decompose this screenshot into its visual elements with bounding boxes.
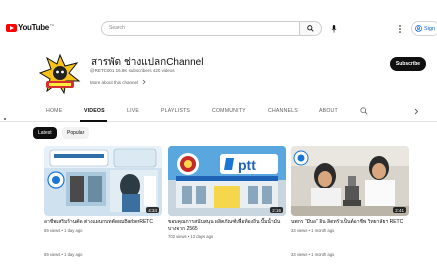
search-icon [307,25,314,32]
tab-playlists[interactable]: PLAYLISTS [161,108,190,114]
youtube-logo[interactable]: YouTube TH [6,23,54,32]
video-meta: 33 views • 1 month ago [291,227,335,233]
svg-text:ptt: ptt [238,157,256,173]
video-title[interactable]: อาชีพเสริมร้านตัด ต่างแผนกบทตัดผมBarberR… [44,219,162,226]
video-thumbnail[interactable]: ptt 2:16 [168,146,286,216]
next-row-video-meta: 59 views • 1 day ago [44,252,83,257]
ptt-station-thumbnail-image: ptt [168,146,286,216]
tabs-scroll-right-icon[interactable] [413,108,419,115]
tab-community[interactable]: COMMUNITY [212,108,246,114]
video-title[interactable]: นพกร "มีบอ" อิน ลิดทรัวเป็นต์อาชีพ วิทยา… [291,219,409,226]
chip-latest[interactable]: Latest [33,127,57,139]
sign-in-label: Sign [424,25,436,32]
more-about-label: More about this channel [90,79,139,85]
channel-avatar[interactable] [37,51,83,97]
sign-in-button[interactable]: Sign [411,21,437,36]
chevron-right-icon [142,79,146,85]
more-about-link[interactable]: More about this channel [90,79,147,85]
video-thumbnail[interactable]: 2:41 [291,146,409,216]
microphone-icon [331,24,336,33]
logo-country: TH [49,23,54,27]
video-meta: 59 views • 1 day ago [44,227,83,233]
search-button[interactable] [300,21,322,36]
channel-stats: @RETC001 16.8K subscribers 420 videos [90,68,175,73]
tab-live[interactable]: LIVE [127,108,139,114]
channel-tabs: HOME VIDEOS LIVE PLAYLISTS COMMUNITY CHA… [0,104,437,122]
barber-shop-thumbnail-image [44,146,162,216]
video-title[interactable]: ขอบคุณการสนับสนุน ผลิตภัณฑ์เพื่อท้องถิ่น… [168,219,286,232]
play-logo-icon [6,23,17,32]
video-card[interactable]: 2:41 นพกร "มีบอ" อิน ลิดทรัวเป็นต์อาชีพ … [291,146,409,233]
video-card[interactable]: 4:34 อาชีพเสริมร้านตัด ต่างแผนกบทตัดผมBa… [44,146,162,233]
subscriber-count: 16.8K subscribers [115,68,152,73]
video-card[interactable]: ptt 2:16 ขอบคุณการสนับสนุน ผลิตภัณฑ์เพื่… [168,146,286,239]
tab-home[interactable]: HOME [46,108,62,114]
video-meta: 702 views • 13 days ago [168,234,214,239]
subscribe-button[interactable]: Subscribe [390,57,426,71]
chip-popular[interactable]: Popular [62,127,90,139]
channel-logo-image [37,51,83,97]
video-duration: 2:41 [393,207,406,213]
active-tab-indicator [80,120,107,122]
voice-search-button[interactable] [327,22,340,35]
tab-channels[interactable]: CHANNELS [268,108,298,114]
video-thumbnail[interactable]: 4:34 [44,146,162,216]
tab-videos[interactable]: VIDEOS [84,108,105,114]
video-count: 420 videos [152,68,175,73]
channel-search-icon[interactable] [360,107,368,115]
video-duration: 4:34 [146,207,159,213]
tab-about[interactable]: ABOUT [319,108,338,114]
channel-handle: @RETC001 [90,68,115,73]
search-input[interactable]: Search [101,21,300,36]
video-duration: 2:16 [270,207,283,213]
next-row-video-meta: 33 views • 1 month ago [291,252,335,257]
masthead: YouTube TH Search Sign [0,0,437,40]
settings-menu-button[interactable] [396,22,404,35]
account-icon [415,25,422,32]
logo-text: YouTube [18,23,49,32]
robotics-class-thumbnail-image [291,146,409,216]
more-vert-icon [399,24,401,33]
